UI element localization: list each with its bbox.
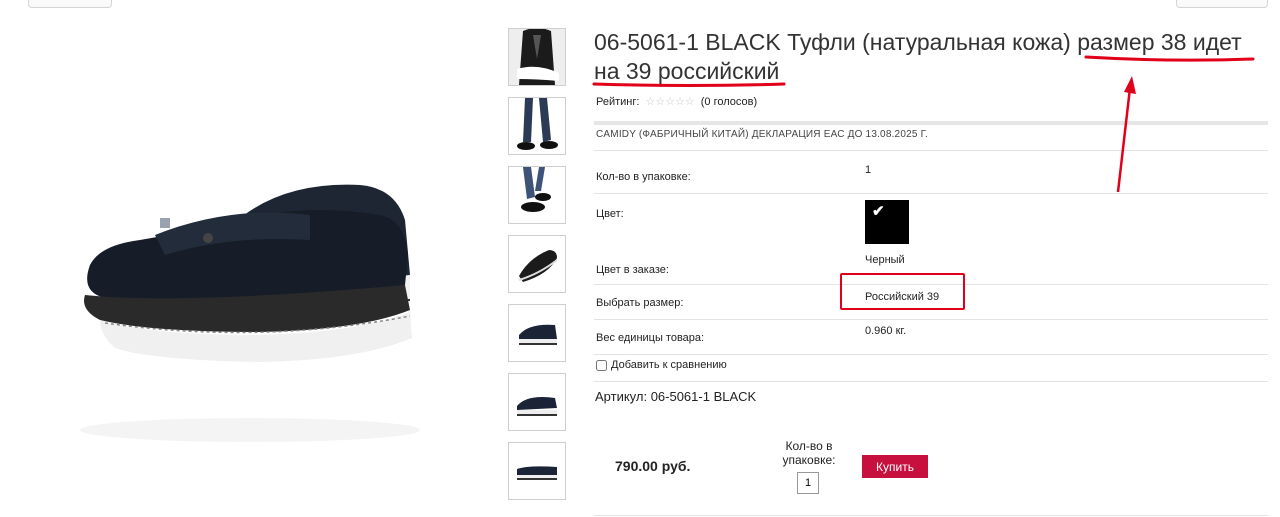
annotation-size-highlight: [840, 273, 965, 310]
thumbnail-strip: [508, 28, 566, 511]
param-label: Выбрать размер:: [596, 297, 684, 309]
manufacturer-info: CAMIDY (ФАБРИЧНЫЙ КИТАЙ) ДЕКЛАРАЦИЯ ЕАС …: [596, 129, 928, 140]
param-label: Вес единицы товара:: [596, 332, 705, 344]
product-title: 06-5061-1 BLACK Туфли (натуральная кожа)…: [594, 28, 1268, 86]
price: 790.00 руб.: [615, 458, 691, 474]
divider: [594, 121, 1268, 125]
thumbnail-6[interactable]: [508, 373, 566, 431]
color-swatch-black[interactable]: ✔: [865, 200, 909, 244]
article-number: Артикул: 06-5061-1 BLACK: [595, 389, 757, 404]
param-label: Цвет в заказе:: [596, 264, 669, 276]
check-icon: ✔: [872, 203, 885, 220]
param-value: 0.960 кг.: [865, 325, 907, 337]
thumbnail-4[interactable]: [508, 235, 566, 293]
rating: Рейтинг: ☆☆☆☆☆ (0 голосов): [596, 95, 758, 109]
title-highlight-1: размер 38 идет: [1077, 29, 1242, 55]
param-row-pack-qty: Кол-во в упаковке: 1: [594, 150, 1268, 193]
param-row-end: [594, 354, 1268, 355]
param-value: 1: [865, 164, 872, 176]
param-row-color: Цвет: ✔: [594, 193, 1268, 246]
param-label: Кол-во в упаковке:: [596, 171, 691, 183]
divider: [594, 381, 1268, 382]
divider: [594, 515, 1268, 516]
qty-input[interactable]: [797, 472, 819, 494]
param-row-weight: Вес единицы товара: 0.960 кг.: [594, 319, 1268, 354]
rating-label: Рейтинг:: [596, 95, 640, 108]
compare-label: Добавить к сравнению: [611, 359, 727, 371]
compare-checkbox[interactable]: [596, 359, 607, 371]
thumbnail-2[interactable]: [508, 97, 566, 155]
main-product-image: [60, 160, 440, 460]
top-button-stub-right[interactable]: [1176, 0, 1268, 8]
rating-votes: (0 голосов): [700, 95, 758, 108]
title-highlight-2: на 39 российский: [594, 58, 780, 84]
title-main: 06-5061-1 BLACK Туфли (натуральная кожа): [594, 29, 1071, 55]
qty-label: Кол-во в упаковке:: [782, 439, 836, 467]
thumbnail-1[interactable]: [508, 28, 566, 86]
thumbnail-7[interactable]: [508, 442, 566, 500]
thumbnail-5[interactable]: [508, 304, 566, 362]
param-value: Черный: [865, 254, 905, 266]
params-table: Кол-во в упаковке: 1 Цвет: ✔ Цвет в зака…: [594, 150, 1268, 355]
rating-stars-icon[interactable]: ☆☆☆☆☆: [645, 95, 694, 108]
compare-toggle[interactable]: Добавить к сравнению: [596, 359, 727, 371]
param-label: Цвет:: [596, 208, 624, 220]
thumbnail-3[interactable]: [508, 166, 566, 224]
buy-button[interactable]: Купить: [862, 455, 928, 478]
top-button-stub-left[interactable]: [28, 0, 112, 8]
